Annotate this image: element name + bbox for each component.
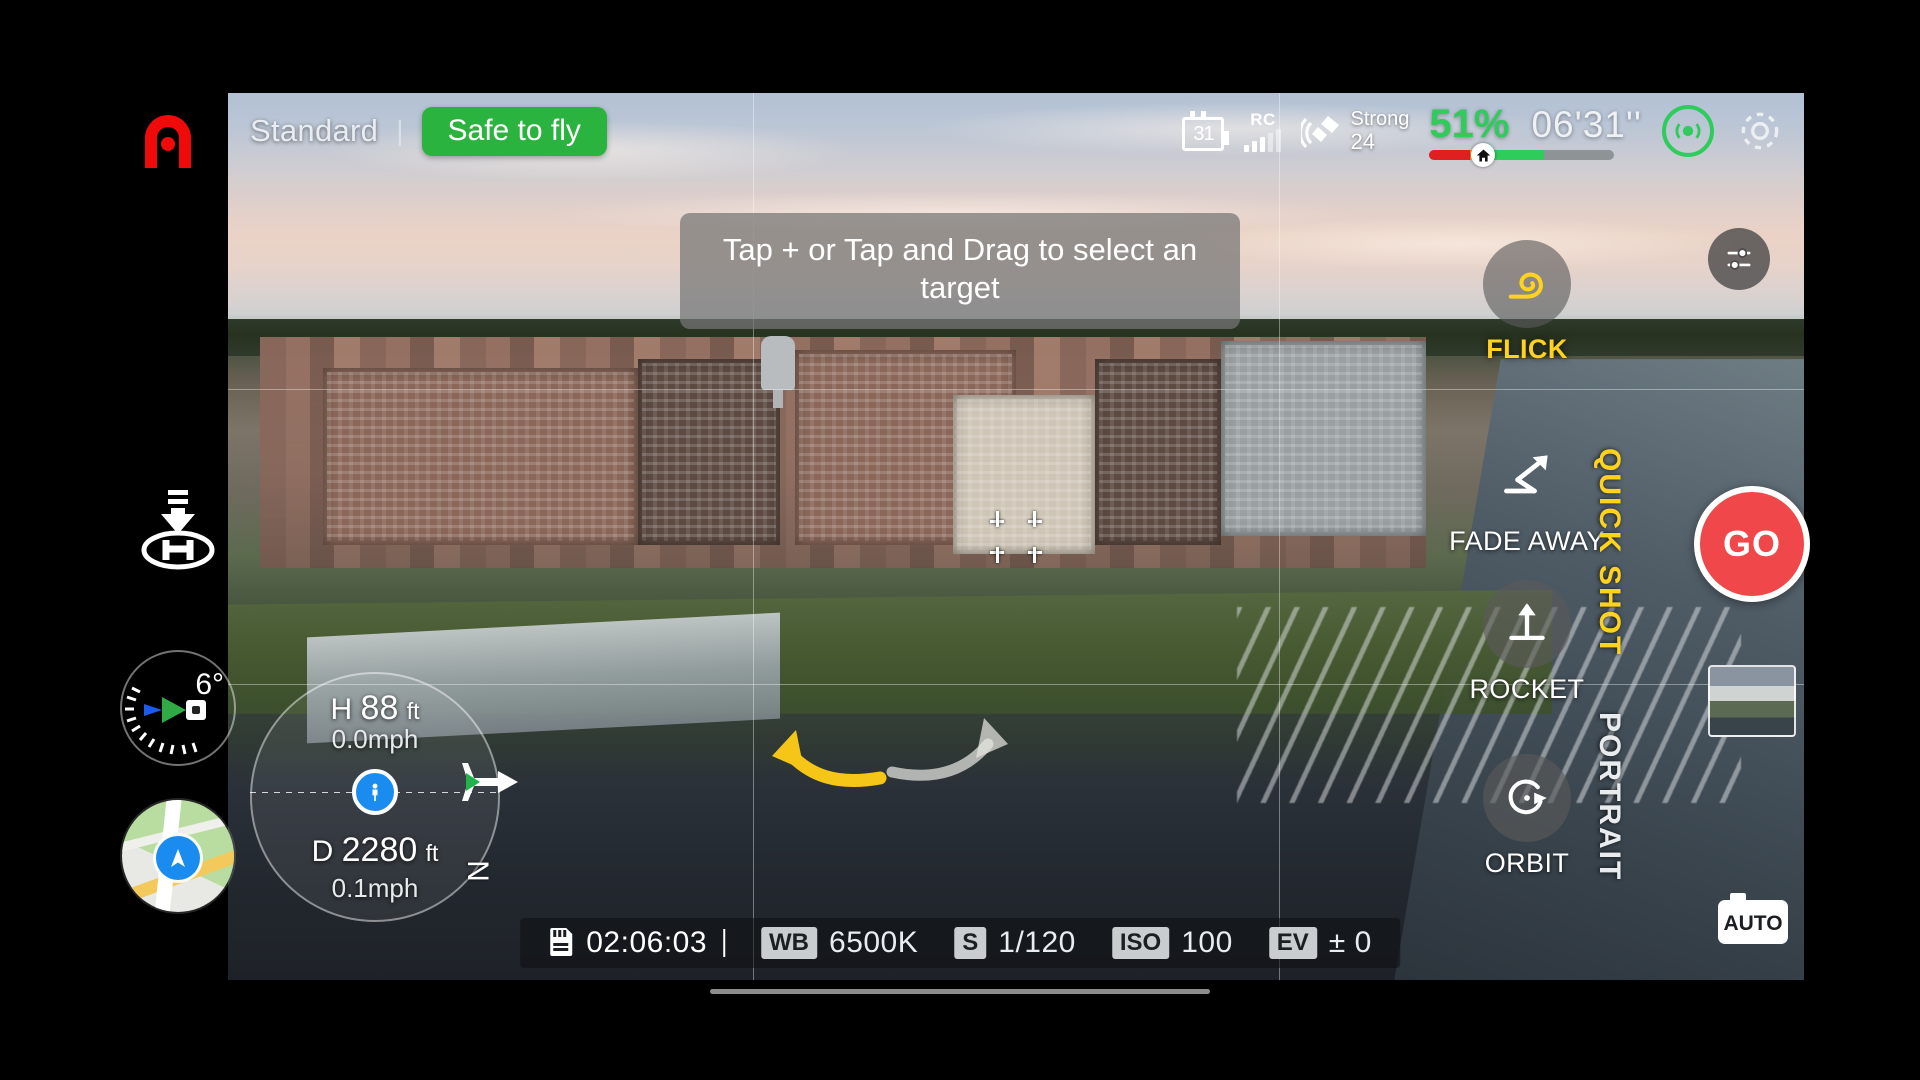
quickshot-category-portrait[interactable]: PORTRAIT [1592, 712, 1626, 881]
sd-card-value: 31 [1193, 122, 1214, 145]
quickshot-category-active[interactable]: QUICK SHOT [1592, 448, 1626, 656]
rc-signal-indicator[interactable]: RC [1244, 109, 1282, 152]
rocket-up-arrow-icon [1483, 580, 1571, 668]
gnss-indicator[interactable]: Strong 24 [1299, 107, 1410, 154]
camera-icon[interactable]: AUTO [1716, 890, 1790, 946]
battery-percent: 51% [1429, 102, 1510, 146]
building [1220, 341, 1426, 537]
building [322, 367, 638, 546]
vertical-speed: 0.0mph [331, 724, 419, 754]
svg-text:AUTO: AUTO [1723, 912, 1782, 935]
quickshot-label: ROCKET [1469, 674, 1585, 704]
separator: | [396, 115, 404, 146]
shutter-value: 1/120 [998, 926, 1076, 959]
ev-chip: EV [1268, 926, 1317, 960]
aircraft-icon [458, 755, 522, 809]
rc-signal-bars-icon [1244, 128, 1282, 152]
horizontal-speed: 0.1mph [331, 873, 419, 903]
ev-value: ± 0 [1328, 926, 1372, 959]
camera-settings-bar: 02:06:03 WB 6500K S 1/120 ISO 100 EV ± 0 [520, 918, 1400, 968]
shutter-setting[interactable]: S 1/120 [936, 926, 1094, 960]
building [952, 394, 1095, 555]
distance-label: D [311, 835, 334, 868]
camera-bar-scrollbar[interactable] [710, 989, 1210, 994]
quickshot-label: FLICK [1486, 334, 1568, 364]
gimbal-pitch-dial-icon[interactable]: 6° [120, 650, 236, 766]
sd-card-icon [548, 926, 574, 961]
record-time-segment[interactable]: 02:06:03 [530, 926, 743, 961]
drone-camera-app: Standard | Safe to fly 31 RC Strong 24 5… [0, 0, 1920, 1080]
status-indicators: 31 RC Strong 24 51% 06'31'' [1182, 102, 1786, 167]
white-balance-setting[interactable]: WB 6500K [743, 926, 936, 960]
battery-level-bar [1429, 143, 1615, 167]
iso-setting[interactable]: ISO 100 [1094, 926, 1251, 960]
wb-value: 6500K [829, 926, 919, 959]
gnss-strength: Strong [1350, 107, 1410, 130]
water-tower [760, 336, 795, 391]
shutter-chip: S [954, 926, 987, 960]
wb-chip: WB [761, 926, 818, 960]
flick-spiral-icon [1483, 240, 1571, 328]
status-badge[interactable]: Safe to fly [421, 106, 607, 156]
orbit-circle-icon [1483, 754, 1571, 842]
height-value: 88 [360, 689, 399, 727]
autel-a-logo[interactable] [135, 110, 201, 172]
iso-chip: ISO [1111, 926, 1170, 960]
sd-card-icon[interactable]: 31 [1182, 111, 1230, 151]
record-time: 02:06:03 [586, 926, 708, 959]
building [637, 359, 780, 546]
gnss-count: 24 [1350, 128, 1375, 154]
navigation-arrow-icon [156, 836, 200, 881]
telemetry-compass: H 88 ft 0.0mph N D 2280 ft 0.1mph [250, 672, 518, 922]
height-label: H [330, 693, 353, 726]
distance-unit: ft [425, 840, 439, 866]
iso-value: 100 [1181, 926, 1233, 959]
top-status-bar: Standard | Safe to fly 31 RC Strong 24 5… [228, 93, 1804, 169]
flight-mode-label[interactable]: Standard [250, 113, 378, 149]
return-to-home-icon[interactable] [128, 488, 228, 578]
map-thumbnail[interactable] [122, 800, 234, 912]
height-readout: H 88 ft [250, 689, 500, 728]
ev-setting[interactable]: EV ± 0 [1251, 926, 1390, 960]
distance-readout: D 2280 ft [250, 831, 500, 870]
fade-away-arrow-icon [1483, 432, 1571, 520]
quickshot-flick[interactable]: FLICK [1432, 240, 1622, 365]
sliders-icon[interactable] [1708, 228, 1770, 290]
media-thumbnail[interactable] [1708, 665, 1796, 737]
gear-icon[interactable] [1734, 105, 1786, 157]
building [1094, 359, 1221, 546]
beacon-icon[interactable] [1662, 105, 1714, 157]
rc-label: RC [1250, 109, 1276, 129]
tip-banner: Tap + or Tap and Drag to select an targe… [680, 213, 1240, 329]
go-button[interactable]: GO [1694, 486, 1810, 602]
pilot-position-icon [352, 769, 398, 815]
battery-indicator[interactable]: 51% 06'31'' [1429, 102, 1642, 167]
height-unit: ft [406, 698, 420, 724]
flight-time: 06'31'' [1531, 104, 1642, 145]
satellite-icon [1299, 113, 1343, 149]
home-icon [1471, 143, 1496, 167]
distance-value: 2280 [341, 831, 418, 869]
